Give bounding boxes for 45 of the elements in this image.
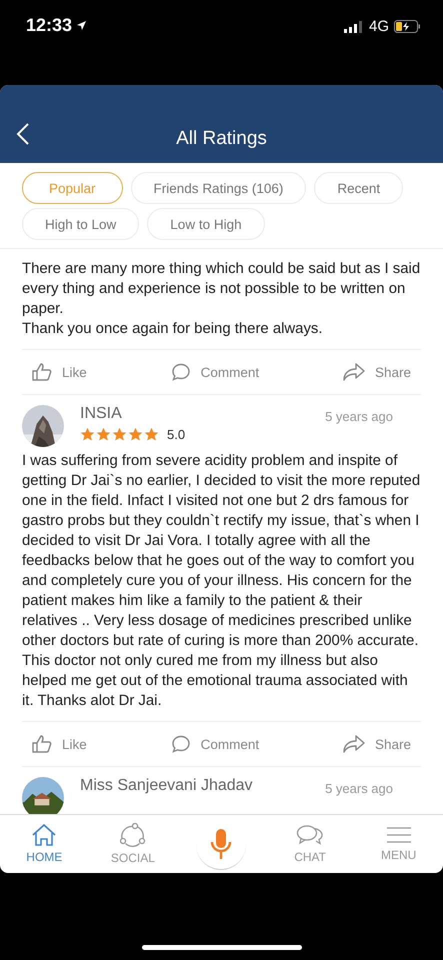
share-icon	[342, 363, 365, 381]
filter-chip[interactable]: Recent	[314, 172, 404, 204]
review-text: There are many more thing which could be said but as I said every thing and experience is not possible to be written on paper.	[22, 260, 421, 319]
home-icon	[31, 824, 58, 846]
battery-icon	[394, 20, 421, 33]
rating-value: 5.0	[167, 427, 186, 442]
network-label: 4G	[368, 18, 389, 35]
filter-chip[interactable]: Low to High	[147, 208, 265, 240]
share-nodes-icon	[120, 823, 146, 847]
comment-button[interactable]: Comment	[170, 735, 260, 753]
thumbs-up-icon	[32, 735, 52, 753]
reviewer-name: Miss Sanjeevani Jhadav	[80, 777, 254, 795]
nav-tab[interactable]: MENU	[354, 815, 443, 873]
location-icon	[76, 20, 88, 31]
comment-button[interactable]: Comment	[170, 363, 260, 381]
star-icon	[80, 427, 95, 442]
menu-icon	[386, 826, 412, 844]
review-time: 5 years ago	[325, 781, 393, 796]
filter-chip[interactable]: High to Low	[22, 208, 140, 240]
review-text: Thank you once again for being there always.	[22, 320, 324, 339]
like-button[interactable]: Like	[32, 735, 87, 753]
page-title: All Ratings	[175, 128, 268, 150]
reviewer-name: INSIA	[80, 405, 123, 423]
signal-icon	[344, 20, 364, 32]
nav-tab[interactable]: HOME	[0, 815, 89, 873]
nav-tab[interactable]: CHAT	[266, 815, 354, 873]
like-button[interactable]: Like	[32, 363, 87, 381]
chat-icon	[296, 824, 324, 846]
microphone-icon	[210, 828, 232, 860]
filter-chip[interactable]: Friends Ratings (106)	[130, 172, 306, 204]
star-icon	[144, 427, 159, 442]
share-icon	[342, 735, 365, 753]
status-time: 12:33	[26, 15, 88, 36]
review-text: I was suffering from severe acidity problem and inspite of getting Dr Jai`s no earlier, I decided to visit the more reputed one in the field. Infact I visited not one but 2 drs famous for gastro probs but they couldn`t rectify my issue, that`s when I decided to visit Dr Jai Vora. I totally agree with all the feedbacks below that he goes out of the way to comfort you and completely cure you of your illness. His concern for the patient makes him like a family to the patient & their relatives .. Very less dosage of medicines prescribed unlike other doctors but rate of curing is more than 200% accurate. This doctor not only cured me from my illness but also helped me get out of the emotional trauma associated with it. Thanks alot Dr Jai.	[22, 452, 421, 711]
filter-chip[interactable]: Popular	[22, 172, 123, 204]
star-icon	[128, 427, 143, 442]
review-time: 5 years ago	[325, 409, 393, 424]
comment-icon	[170, 363, 191, 381]
star-icon	[96, 427, 111, 442]
star-icon	[112, 427, 127, 442]
share-button[interactable]: Share	[342, 363, 411, 381]
nav-tab[interactable]: SOCIAL	[88, 815, 178, 873]
comment-icon	[170, 735, 191, 753]
thumbs-up-icon	[32, 363, 52, 381]
share-button[interactable]: Share	[342, 735, 411, 753]
